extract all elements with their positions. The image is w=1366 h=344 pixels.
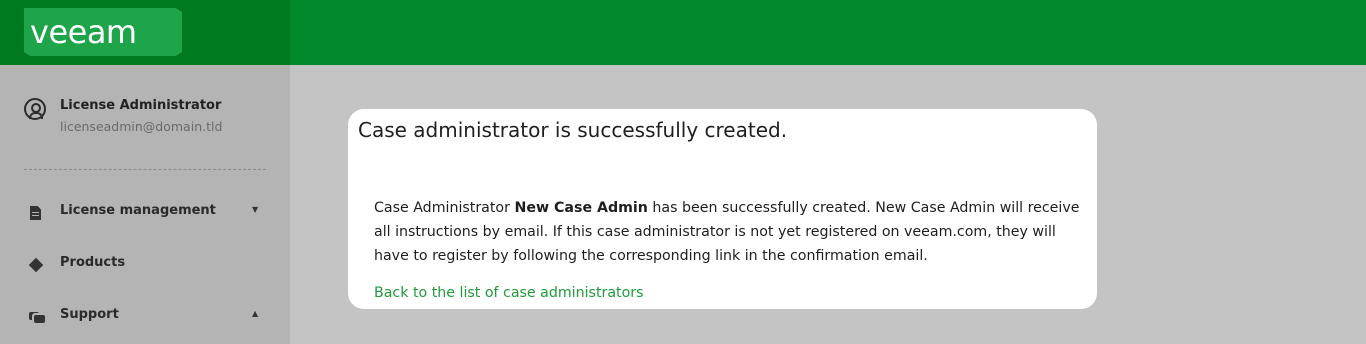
logo-text: veeam [30, 13, 137, 51]
user-name: License Administrator [60, 98, 222, 113]
sidebar-item-label: License management [60, 203, 216, 218]
case-admin-name: New Case Admin [514, 200, 648, 216]
success-dialog: Case administrator is successfully creat… [348, 109, 1097, 309]
dialog-message: Case Administrator New Case Admin has be… [374, 196, 1094, 268]
sidebar: License Administrator licenseadmin@domai… [0, 65, 290, 344]
sidebar-item-license-management[interactable]: License management ▼ [0, 198, 290, 228]
chevron-up-icon[interactable]: ▲ [252, 309, 258, 318]
dialog-title: Case administrator is successfully creat… [358, 118, 788, 142]
user-avatar-icon [24, 98, 46, 120]
chevron-down-icon[interactable]: ▼ [252, 205, 258, 214]
chat-icon [29, 312, 45, 323]
sidebar-item-support[interactable]: Support ▲ [0, 302, 290, 332]
sidebar-item-products[interactable]: Products [0, 250, 290, 280]
user-email: licenseadmin@domain.tld [60, 119, 223, 134]
sidebar-item-label: Products [60, 255, 126, 270]
box-icon [28, 257, 44, 273]
back-to-list-link[interactable]: Back to the list of case administrators [374, 285, 644, 301]
sidebar-divider [24, 169, 266, 170]
sidebar-item-label: Support [60, 307, 119, 322]
logo-area[interactable]: veeam [0, 0, 290, 65]
document-icon [30, 206, 41, 220]
message-prefix: Case Administrator [374, 200, 515, 216]
